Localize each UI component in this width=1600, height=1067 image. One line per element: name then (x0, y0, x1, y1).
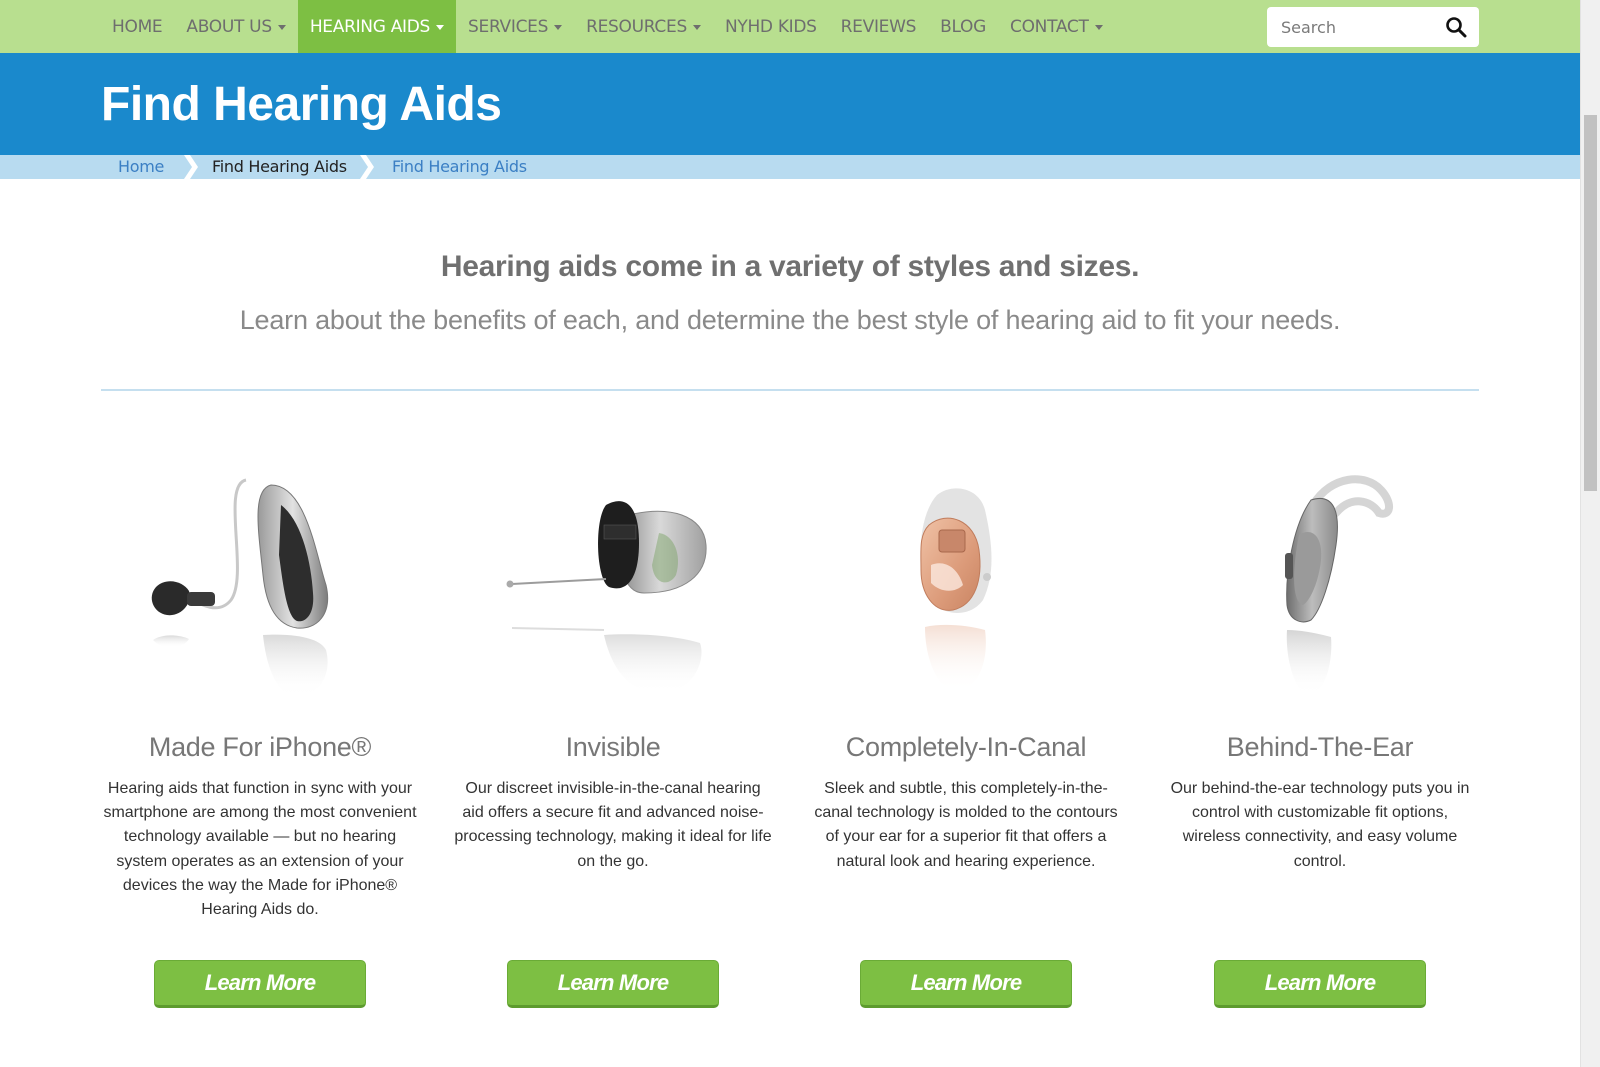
nav-item-resources[interactable]: RESOURCES (574, 0, 713, 53)
product-image (454, 465, 772, 725)
page-scrollbar[interactable] (1580, 0, 1600, 1067)
product-description: Sleek and subtle, this completely-in-the… (814, 780, 1118, 870)
nav-item-label: SERVICES (468, 16, 549, 37)
product-card-invisible: Invisible Our discreet invisible-in-the-… (454, 465, 772, 1008)
learn-more-button[interactable]: Learn More (1214, 960, 1426, 1008)
caret-down-icon (436, 25, 445, 30)
nav-item-label: HEARING AIDS (309, 16, 431, 37)
nav-item-blog[interactable]: BLOG (928, 0, 998, 53)
product-card-completely-in-canal: Completely-In-Canal Sleek and subtle, th… (807, 465, 1125, 1008)
breadcrumb-home-link[interactable]: Home (118, 155, 164, 179)
intro-subline: Learn about the benefits of each, and de… (239, 305, 1341, 335)
nav-item-label: ABOUT US (186, 16, 272, 37)
product-title: Behind-The-Ear (1226, 732, 1414, 762)
product-image (807, 465, 1125, 725)
scrollbar-thumb[interactable] (1584, 115, 1597, 491)
learn-more-button[interactable]: Learn More (860, 960, 1072, 1008)
nav-menu: HOME ABOUT US HEARING AIDS SERVICES RESO… (100, 0, 1115, 53)
ric-hearing-aid-icon (151, 478, 328, 697)
nav-item-label: REVIEWS (840, 16, 917, 37)
nav-item-label: BLOG (940, 16, 987, 37)
caret-down-icon (277, 25, 286, 30)
nav-item-about-us[interactable]: ABOUT US (174, 0, 297, 53)
nav-item-label: RESOURCES (586, 16, 687, 37)
product-description: Our discreet invisible-in-the-canal hear… (454, 780, 772, 870)
nav-item-contact[interactable]: CONTACT (998, 0, 1115, 53)
search-icon[interactable] (1445, 16, 1467, 38)
bte-hearing-aid-icon (1285, 475, 1393, 695)
search-input[interactable] (1267, 8, 1437, 46)
nav-item-home[interactable]: HOME (100, 0, 174, 53)
page-title: Find Hearing Aids (101, 78, 502, 131)
caret-down-icon (554, 25, 563, 30)
cic-hearing-aid-icon (920, 488, 992, 692)
nav-item-nyhd-kids[interactable]: NYHD KIDS (713, 0, 829, 53)
product-title: Invisible (565, 732, 661, 762)
caret-down-icon (692, 25, 701, 30)
section-divider (101, 389, 1479, 391)
breadcrumb: Home Find Hearing Aids Find Hearing Aids (0, 155, 1580, 179)
nav-item-hearing-aids[interactable]: HEARING AIDS (297, 0, 457, 53)
nav-item-label: CONTACT (1010, 16, 1089, 37)
product-image (101, 465, 419, 725)
top-navigation: HOME ABOUT US HEARING AIDS SERVICES RESO… (0, 0, 1580, 53)
nav-item-label: HOME (112, 16, 163, 37)
nav-item-reviews[interactable]: REVIEWS (829, 0, 928, 53)
intro-headline: Hearing aids come in a variety of styles… (440, 250, 1140, 283)
search-box (1267, 7, 1479, 47)
product-title: Completely-In-Canal (845, 732, 1087, 762)
breadcrumb-current-link[interactable]: Find Hearing Aids (392, 155, 527, 179)
breadcrumb-separator-icon (360, 155, 374, 179)
breadcrumb-separator-icon (184, 155, 198, 179)
nav-item-label: NYHD KIDS (724, 16, 817, 37)
learn-more-button[interactable]: Learn More (154, 960, 366, 1008)
product-card-made-for-iphone: Made For iPhone® Hearing aids that funct… (101, 465, 419, 1008)
product-description: Our behind-the-ear technology puts you i… (1170, 780, 1470, 870)
nav-item-services[interactable]: SERVICES (456, 0, 574, 53)
product-card-behind-the-ear: Behind-The-Ear Our behind-the-ear techno… (1161, 465, 1479, 1008)
page-banner: Find Hearing Aids (0, 53, 1580, 155)
product-title: Made For iPhone® (148, 732, 372, 762)
learn-more-button[interactable]: Learn More (507, 960, 719, 1008)
product-image (1161, 465, 1479, 725)
breadcrumb-section: Find Hearing Aids (212, 157, 347, 176)
iic-hearing-aid-icon (506, 501, 707, 694)
caret-down-icon (1094, 25, 1103, 30)
product-description: Hearing aids that function in sync with … (103, 780, 417, 919)
